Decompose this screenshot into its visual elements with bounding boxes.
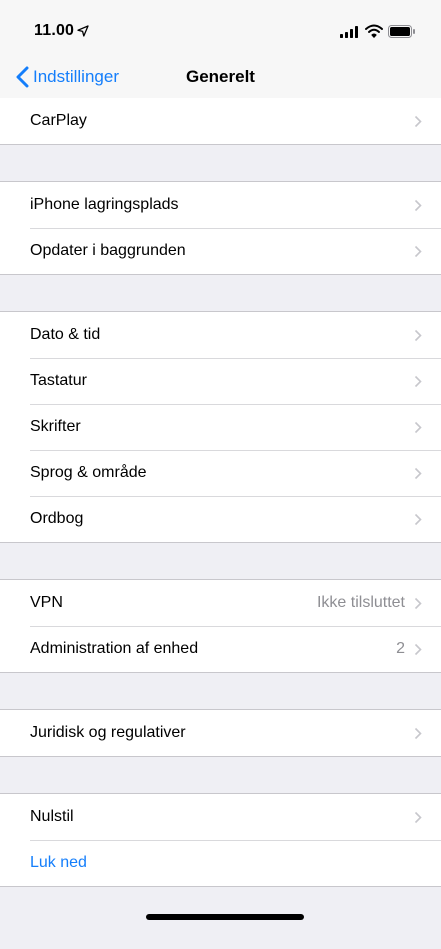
settings-row-iphone-storage[interactable]: iPhone lagringsplads xyxy=(0,182,441,228)
status-time: 11.00 xyxy=(34,22,75,39)
group-spacer xyxy=(0,673,441,709)
group-spacer xyxy=(0,145,441,181)
settings-row-fonts[interactable]: Skrifter xyxy=(0,404,441,450)
row-label: Tastatur xyxy=(30,372,87,389)
chevron-right-icon xyxy=(414,375,422,388)
page-title: Generelt xyxy=(186,67,255,86)
row-label: Opdater i baggrunden xyxy=(30,242,186,259)
row-label: Skrifter xyxy=(30,418,81,435)
chevron-right-icon xyxy=(414,329,422,342)
row-label: Juridisk og regulativer xyxy=(30,724,186,741)
status-bar: 11.00 xyxy=(0,0,441,58)
row-label: Nulstil xyxy=(30,808,74,825)
settings-group-language: Dato & tid Tastatur Skrifter Sprog & omr… xyxy=(0,311,441,543)
row-label: iPhone lagringsplads xyxy=(30,196,179,213)
vpn-status-value: Ikke tilsluttet xyxy=(316,594,405,611)
settings-row-device-management[interactable]: Administration af enhed 2 xyxy=(0,626,441,672)
group-spacer xyxy=(0,275,441,311)
group-spacer xyxy=(0,543,441,579)
location-arrow-icon xyxy=(77,25,89,37)
settings-group-storage: iPhone lagringsplads Opdater i baggrunde… xyxy=(0,181,441,275)
shut-down-label: Luk ned xyxy=(30,854,87,871)
row-label: Ordbog xyxy=(30,510,84,527)
chevron-right-icon xyxy=(414,245,422,258)
chevron-right-icon xyxy=(414,811,422,824)
chevron-right-icon xyxy=(414,199,422,212)
chevron-right-icon xyxy=(414,421,422,434)
home-indicator[interactable] xyxy=(146,914,304,920)
settings-row-vpn[interactable]: VPN Ikke tilsluttet xyxy=(0,580,441,626)
chevron-right-icon xyxy=(414,513,422,526)
group-spacer xyxy=(0,757,441,793)
row-label: Sprog & område xyxy=(30,464,147,481)
chevron-right-icon xyxy=(414,115,422,128)
settings-group-carplay: CarPlay xyxy=(0,98,441,145)
row-label: Dato & tid xyxy=(30,326,101,343)
settings-row-language-region[interactable]: Sprog & område xyxy=(0,450,441,496)
settings-group-reset: Nulstil Luk ned xyxy=(0,793,441,887)
wifi-icon xyxy=(365,24,383,38)
shut-down-button[interactable]: Luk ned xyxy=(0,840,441,886)
row-label: VPN xyxy=(30,594,63,611)
settings-row-legal-regulatory[interactable]: Juridisk og regulativer xyxy=(0,710,441,756)
row-label: CarPlay xyxy=(30,112,87,129)
settings-row-dictionary[interactable]: Ordbog xyxy=(0,496,441,542)
chevron-right-icon xyxy=(414,643,422,656)
settings-group-legal: Juridisk og regulativer xyxy=(0,709,441,757)
settings-row-keyboard[interactable]: Tastatur xyxy=(0,358,441,404)
chevron-right-icon xyxy=(414,727,422,740)
cellular-signal-icon xyxy=(340,26,358,38)
settings-list: CarPlay iPhone lagringsplads Opdater i b… xyxy=(0,98,441,887)
settings-row-background-refresh[interactable]: Opdater i baggrunden xyxy=(0,228,441,274)
settings-group-vpn: VPN Ikke tilsluttet Administration af en… xyxy=(0,579,441,673)
settings-row-carplay[interactable]: CarPlay xyxy=(0,98,441,144)
navigation-bar: Indstillinger Generelt xyxy=(0,58,441,98)
chevron-right-icon xyxy=(414,597,422,610)
settings-row-date-time[interactable]: Dato & tid xyxy=(0,312,441,358)
chevron-right-icon xyxy=(414,467,422,480)
settings-row-reset[interactable]: Nulstil xyxy=(0,794,441,840)
row-label: Administration af enhed xyxy=(30,640,199,657)
device-management-count: 2 xyxy=(396,640,405,657)
battery-icon xyxy=(388,25,415,38)
